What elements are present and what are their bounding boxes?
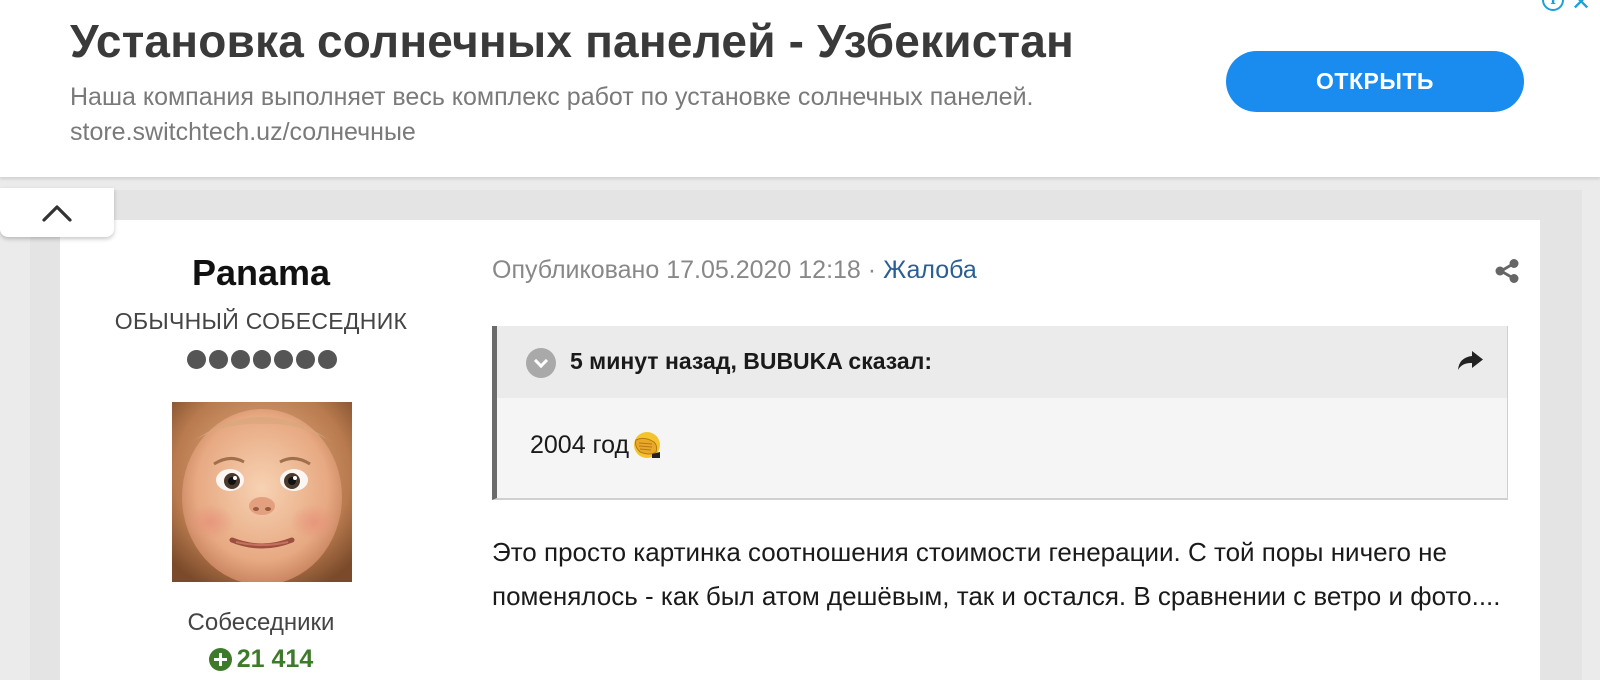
published-label: Опубликовано: [492, 256, 660, 284]
rank-pip: [296, 350, 316, 369]
avatar[interactable]: [172, 402, 352, 582]
ad-description[interactable]: Наша компания выполняет весь комплекс ра…: [70, 80, 1070, 150]
quote-citation: 5 минут назад, BUBUKA сказал:: [570, 348, 932, 374]
quote-header: 5 минут назад, BUBUKA сказал:: [497, 326, 1507, 398]
rank-pip: [230, 350, 250, 369]
rank-pip: [274, 350, 294, 369]
rank-pips: [187, 350, 338, 372]
close-icon[interactable]: ✕: [1570, 0, 1592, 16]
quote-body: 2004 год: [530, 430, 664, 460]
meta-separator: ·: [867, 256, 877, 284]
ad-title[interactable]: Установка солнечных панелей - Узбекистан: [70, 14, 1074, 68]
chevron-up-icon: [42, 204, 72, 222]
post-meta: Опубликовано 17.05.2020 12:18 · Жалоба: [492, 256, 977, 285]
ad-banner[interactable]: Установка солнечных панелей - Узбекистан…: [0, 0, 1600, 178]
plus-circle-icon: [208, 648, 232, 671]
rank-pip: [318, 350, 338, 369]
published-date[interactable]: 17.05.2020 12:18: [666, 256, 861, 284]
rank-pip: [187, 350, 206, 369]
chevron-down-icon[interactable]: [526, 348, 556, 378]
reputation-label: Собеседники: [187, 609, 335, 636]
author-name[interactable]: Panama: [60, 252, 462, 294]
quote-text: 2004 год: [530, 430, 630, 459]
rank-pip: [252, 350, 272, 369]
post-body-text: Это просто картинка соотношения стоимост…: [492, 537, 1501, 611]
author-rank: ОБЫЧНЫЙ СОБЕСЕДНИК: [114, 308, 408, 334]
ad-open-button[interactable]: ОТКРЫТЬ: [1226, 51, 1524, 112]
share-icon[interactable]: [1494, 258, 1520, 284]
collapse-ad-button[interactable]: [0, 188, 114, 237]
reputation-value: 21 414: [236, 645, 314, 673]
share-arrow-icon[interactable]: [1455, 346, 1485, 376]
avatar-image: [172, 402, 352, 582]
info-icon[interactable]: i: [1542, 0, 1564, 11]
quote-block: 5 минут назад, BUBUKA сказал: 2004 год: [492, 326, 1508, 500]
facepalm-emoji-icon: [630, 430, 664, 460]
reputation-badge[interactable]: 21 414: [60, 645, 462, 674]
report-link[interactable]: Жалоба: [883, 256, 977, 284]
rank-pip: [208, 350, 228, 369]
